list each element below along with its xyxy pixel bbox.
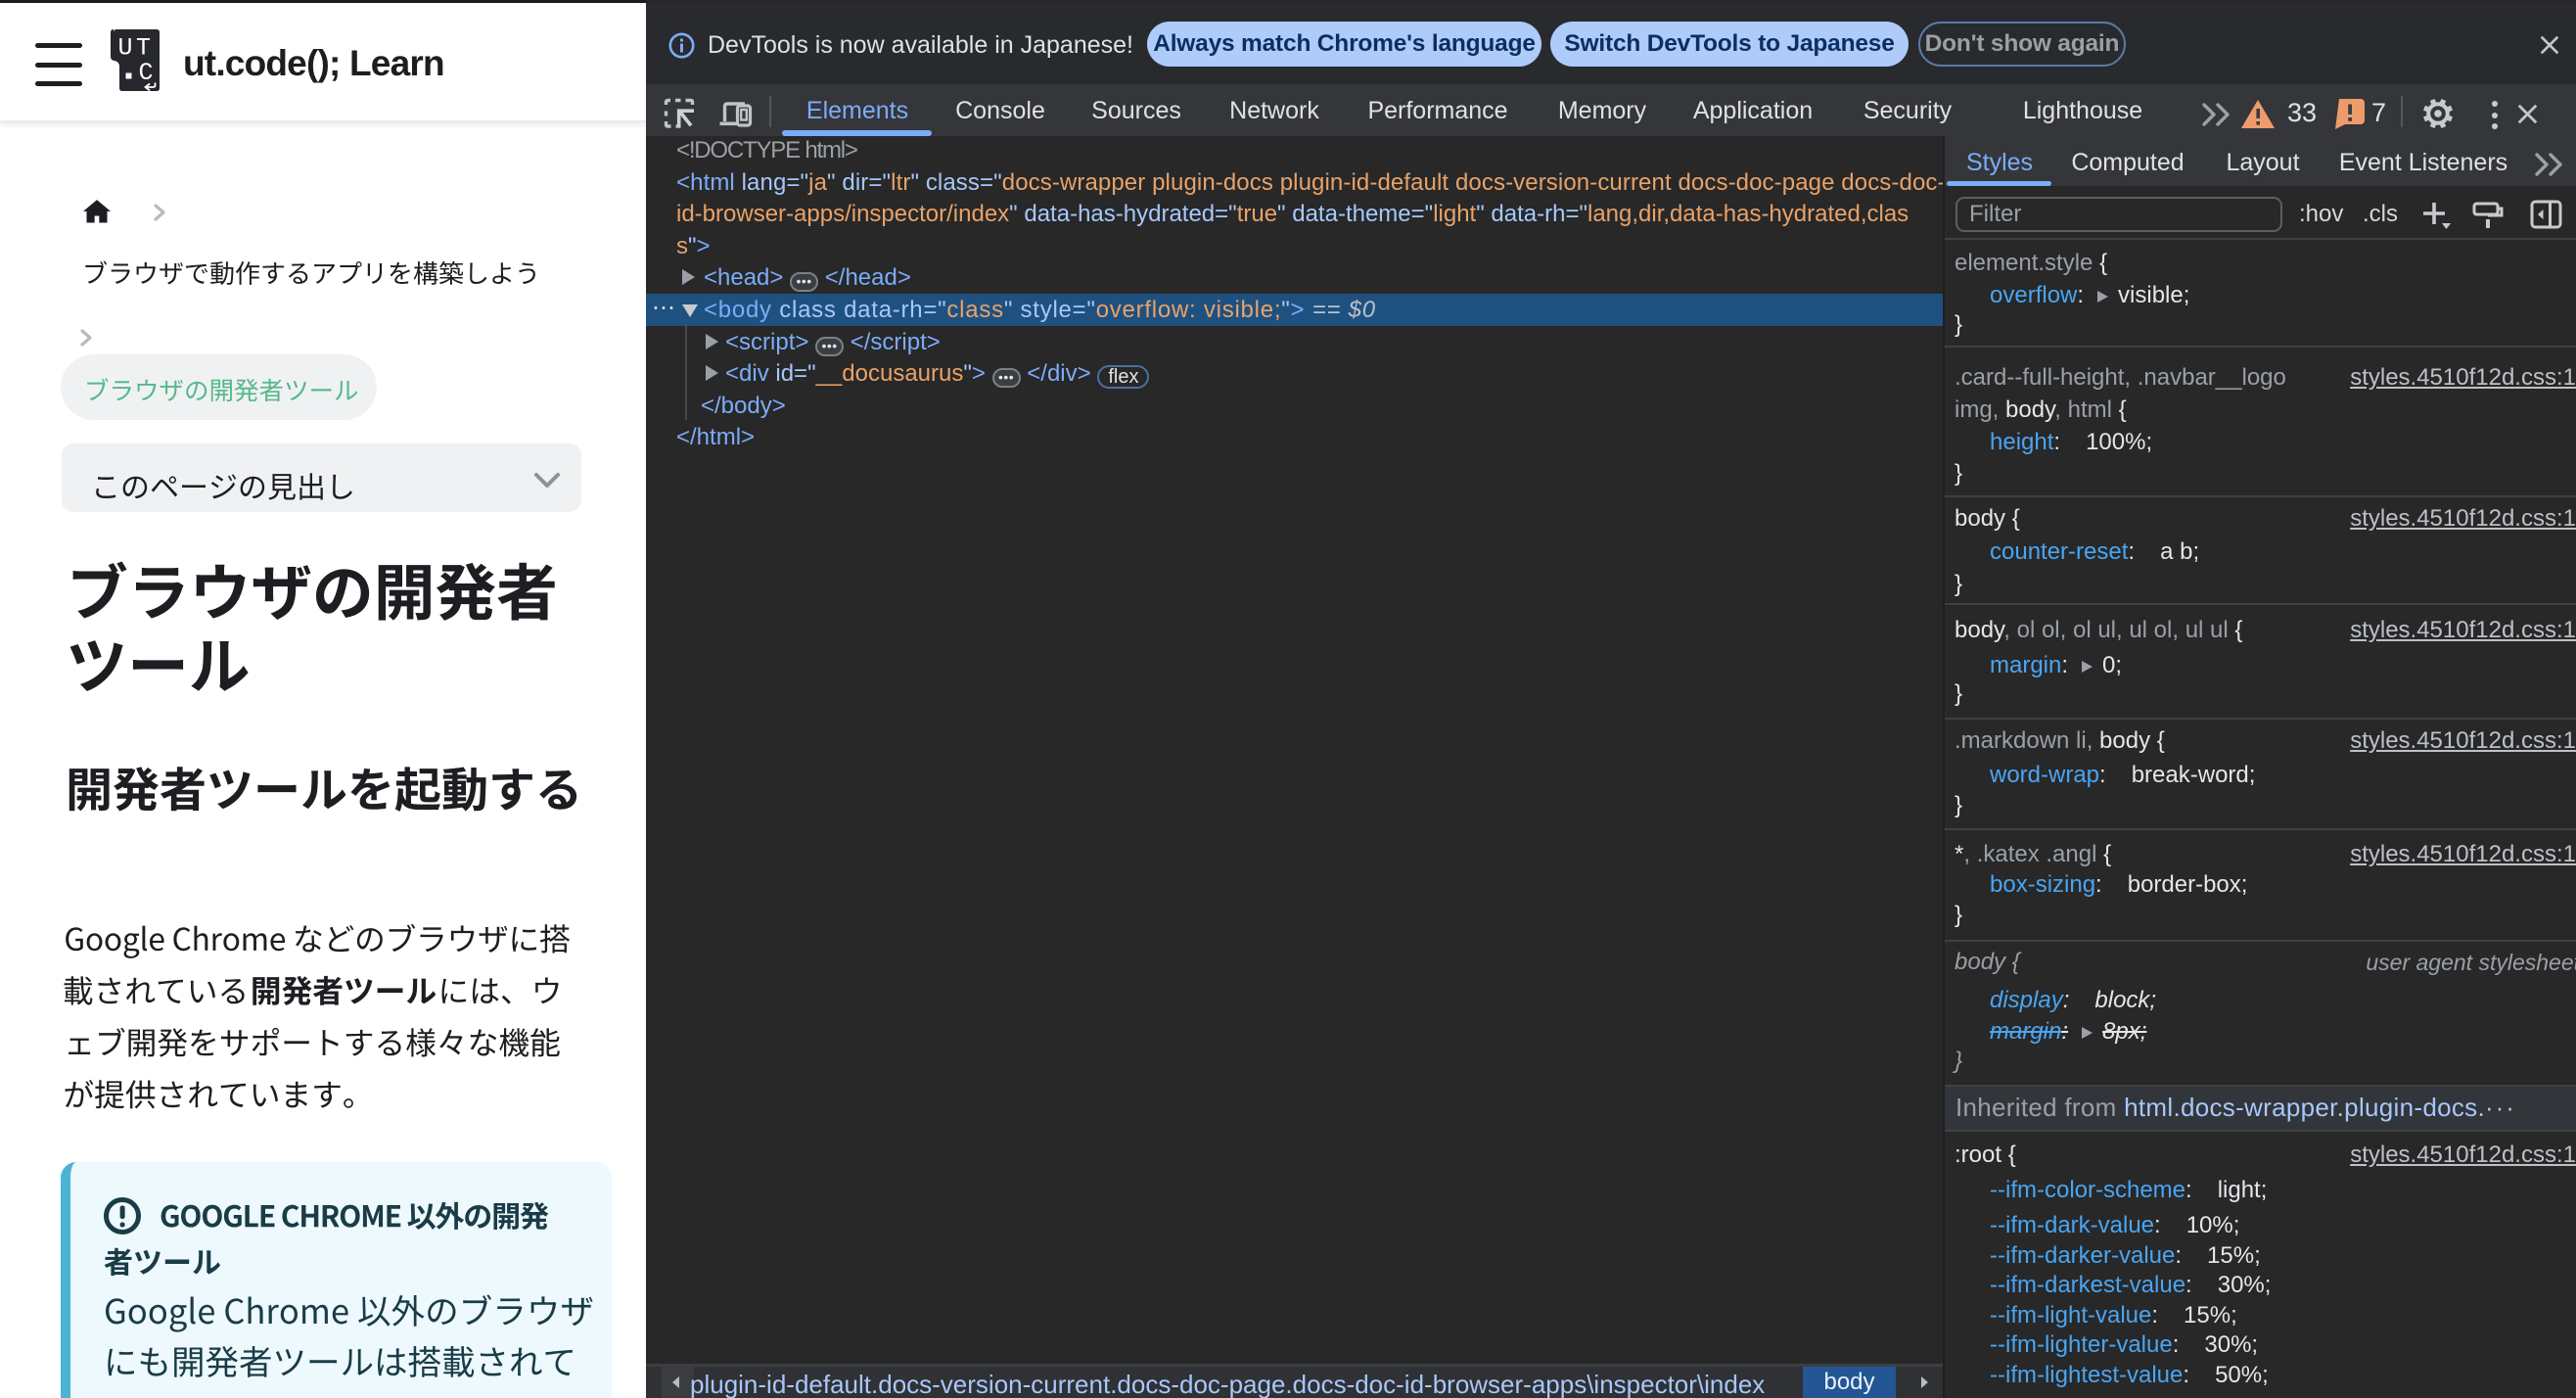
svg-text:U: U [118,34,133,63]
svg-text:C: C [139,59,154,87]
